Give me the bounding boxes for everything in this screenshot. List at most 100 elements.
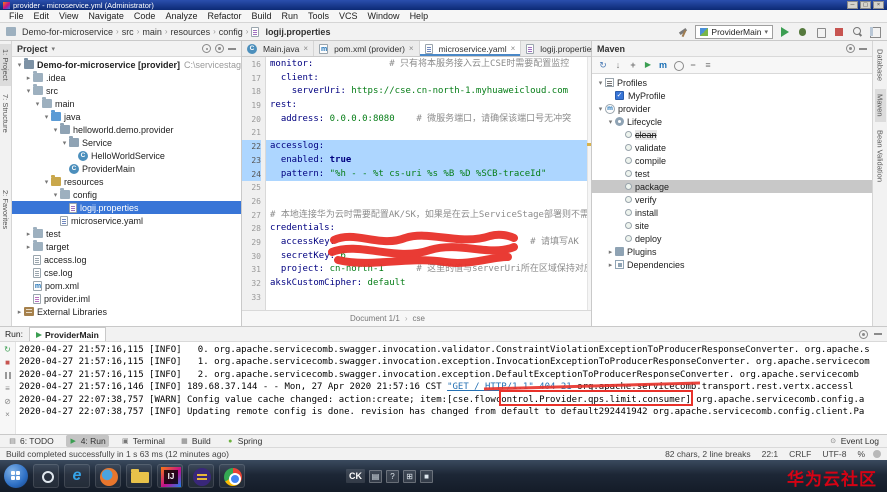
- breadcrumb-item-config[interactable]: config: [219, 27, 243, 37]
- project-tree-item[interactable]: ▸ target: [12, 240, 241, 253]
- keyboard-icon[interactable]: ▤: [369, 469, 382, 483]
- pause-icon[interactable]: [4, 372, 11, 379]
- locate-file-icon[interactable]: [202, 44, 211, 53]
- project-tree-item[interactable]: microservice.yaml: [12, 214, 241, 227]
- project-tree-item[interactable]: provider.iml: [12, 292, 241, 305]
- project-tree-item[interactable]: ▾ helloworld.demo.provider: [12, 123, 241, 136]
- project-tree-item[interactable]: cse.log: [12, 266, 241, 279]
- project-tree-item[interactable]: ▾ java: [12, 110, 241, 123]
- search-icon[interactable]: [33, 464, 59, 488]
- code-line[interactable]: [266, 195, 591, 209]
- gear-icon[interactable]: [215, 44, 224, 53]
- code-line[interactable]: secretKey: 6: [266, 250, 591, 264]
- maven-tree-item[interactable]: deploy: [592, 232, 872, 245]
- menu-item-edit[interactable]: Edit: [29, 11, 55, 21]
- menu-item-file[interactable]: File: [4, 11, 29, 21]
- debug-button[interactable]: [796, 25, 809, 38]
- editor-code[interactable]: monitor: # 只有将本服务接入云上CSE时需要配置监控 client: …: [266, 57, 591, 310]
- maven-tree-item[interactable]: site: [592, 219, 872, 232]
- maven-tree-item[interactable]: ▾ Lifecycle: [592, 115, 872, 128]
- run-button[interactable]: [778, 25, 791, 38]
- tool-tab-bean-validation[interactable]: Bean Validation: [875, 125, 886, 187]
- code-line[interactable]: credentials:: [266, 222, 591, 236]
- menu-item-help[interactable]: Help: [405, 11, 434, 21]
- run-tab-providermain[interactable]: ProviderMain: [28, 327, 106, 341]
- filter-icon[interactable]: [702, 59, 714, 71]
- project-tree-item[interactable]: ProviderMain: [12, 162, 241, 175]
- maven-tree-item[interactable]: test: [592, 167, 872, 180]
- chrome-icon[interactable]: [219, 464, 245, 488]
- status-item-crlf[interactable]: CRLF: [789, 449, 811, 459]
- menu-item-vcs[interactable]: VCS: [334, 11, 363, 21]
- refresh-icon[interactable]: [597, 59, 609, 71]
- tool-tab-7-structure[interactable]: 7: Structure: [0, 89, 11, 138]
- code-line[interactable]: [266, 181, 591, 195]
- maven-tree-item[interactable]: verify: [592, 193, 872, 206]
- status-item-utf-8[interactable]: UTF-8: [822, 449, 846, 459]
- help-icon[interactable]: ?: [386, 469, 399, 483]
- grid-icon[interactable]: ⊞: [403, 469, 416, 483]
- warning-stripe-mark[interactable]: [587, 143, 591, 147]
- code-line[interactable]: project: cn-north-1 # 这里的值与serverUri所在区域…: [266, 263, 591, 277]
- notifications-icon[interactable]: [873, 450, 881, 458]
- maven-tree-item[interactable]: ▸ Dependencies: [592, 258, 872, 271]
- code-line[interactable]: pattern: "%h - - %t cs-uri %s %B %D %SCB…: [266, 167, 591, 182]
- close-icon[interactable]: ×: [303, 44, 308, 53]
- collapse-icon[interactable]: [687, 59, 699, 71]
- menu-item-tools[interactable]: Tools: [303, 11, 334, 21]
- project-tree-item[interactable]: ▾ main: [12, 97, 241, 110]
- editor-tab-main-java[interactable]: Main.java×: [242, 41, 315, 56]
- tool-tab-maven[interactable]: Maven: [874, 89, 886, 122]
- tool-window-button-build[interactable]: Build: [177, 435, 214, 447]
- firefox-icon[interactable]: [95, 464, 121, 488]
- maven-tree-item[interactable]: compile: [592, 154, 872, 167]
- menu-item-view[interactable]: View: [54, 11, 83, 21]
- hide-panel-icon[interactable]: [228, 47, 236, 50]
- checkbox-checked[interactable]: ✓: [615, 91, 624, 100]
- coverage-button[interactable]: [814, 25, 827, 38]
- log-segment[interactable]: "GET / HTTP/1.1" 404 21: [447, 382, 572, 392]
- error-stripe[interactable]: [587, 57, 591, 310]
- run-config-select[interactable]: ProviderMain ▾: [695, 24, 773, 39]
- tool-window-button-terminal[interactable]: Terminal: [118, 435, 168, 447]
- project-tree-item[interactable]: logij.properties: [12, 201, 241, 214]
- project-tree-item[interactable]: ▸ External Libraries: [12, 305, 241, 318]
- folder-icon[interactable]: [126, 464, 152, 488]
- code-line[interactable]: enabled: true: [266, 153, 591, 168]
- input-method-ck[interactable]: CK: [346, 469, 365, 483]
- project-tree-item[interactable]: access.log: [12, 253, 241, 266]
- maximize-button[interactable]: ▢: [860, 1, 871, 9]
- gear-icon[interactable]: [846, 44, 855, 53]
- menu-item-run[interactable]: Run: [277, 11, 304, 21]
- build-hammer-icon[interactable]: [677, 25, 690, 38]
- project-tree-item[interactable]: ▸ test: [12, 227, 241, 240]
- maven-tree-item[interactable]: package: [592, 180, 872, 193]
- project-tree-item[interactable]: ▾ src: [12, 84, 241, 97]
- status-item-[interactable]: %: [857, 449, 865, 459]
- screen-icon[interactable]: ■: [420, 469, 433, 483]
- search-icon[interactable]: [850, 25, 863, 38]
- code-line[interactable]: [266, 126, 591, 140]
- menu-item-navigate[interactable]: Navigate: [83, 11, 129, 21]
- breadcrumb-item-resources[interactable]: resources: [171, 27, 211, 37]
- chevron-down-icon[interactable]: ▾: [52, 45, 56, 53]
- tool-tab-1-project[interactable]: 1: Project: [0, 44, 11, 86]
- gear-icon[interactable]: [859, 329, 868, 339]
- breadcrumb-item-main[interactable]: main: [142, 27, 162, 37]
- stop-icon[interactable]: [2, 357, 13, 368]
- project-tree-item[interactable]: ▾ Service: [12, 136, 241, 149]
- stop-button[interactable]: [832, 25, 845, 38]
- add-icon[interactable]: [627, 59, 639, 71]
- maven-tree-item[interactable]: clean: [592, 128, 872, 141]
- breadcrumb-item-logij-properties[interactable]: logij.properties: [265, 27, 330, 37]
- project-tree-item[interactable]: ▾ config: [12, 188, 241, 201]
- run-icon[interactable]: [642, 59, 654, 71]
- rerun-icon[interactable]: [2, 344, 13, 355]
- close-button[interactable]: ×: [873, 1, 884, 9]
- skip-icon[interactable]: [2, 396, 13, 407]
- maven-tree-item[interactable]: ▾ Profiles: [592, 76, 872, 89]
- code-line[interactable]: client:: [266, 72, 591, 86]
- restore-icon[interactable]: [2, 383, 13, 394]
- maven-tree-item[interactable]: ✓ MyProfile: [592, 89, 872, 102]
- minimize-button[interactable]: ─: [847, 1, 858, 9]
